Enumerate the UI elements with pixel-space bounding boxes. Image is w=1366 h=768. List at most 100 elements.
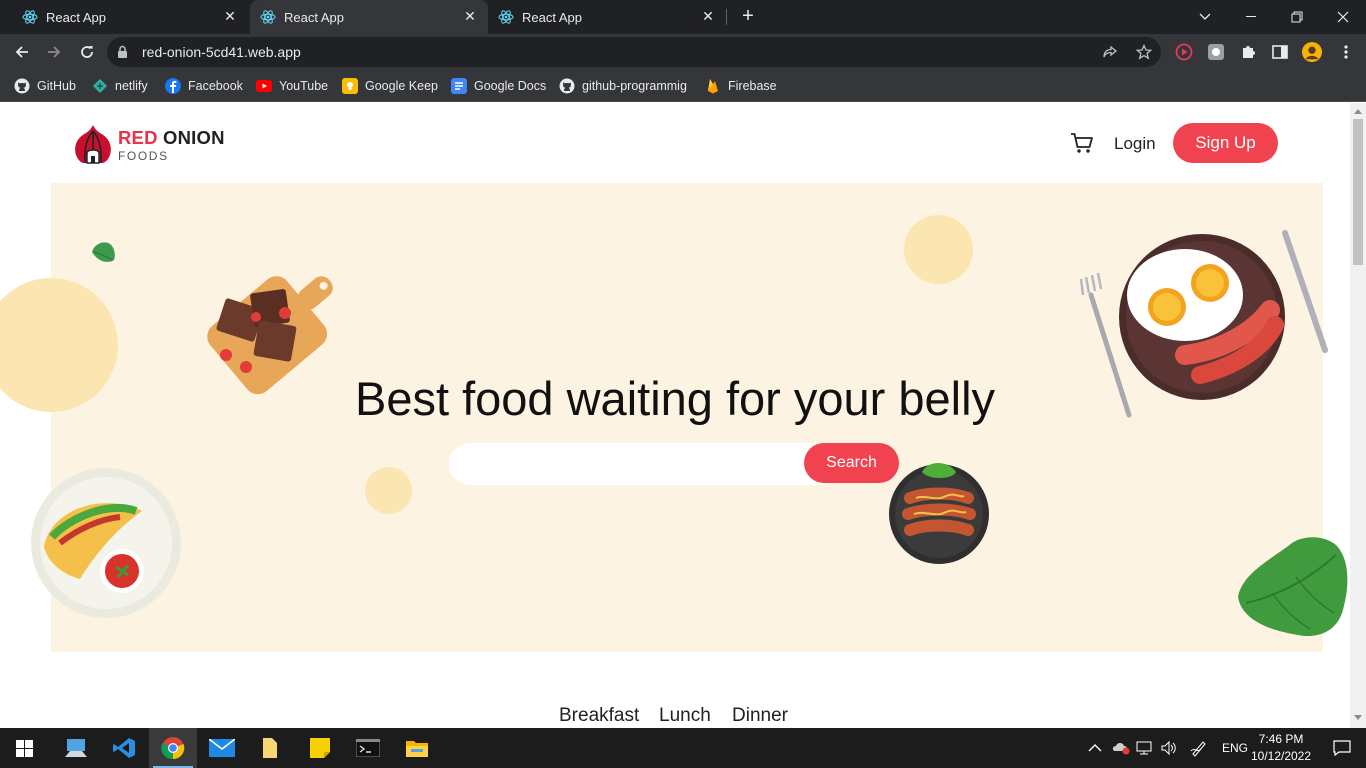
extension-record-icon[interactable] <box>1174 42 1194 62</box>
volume-icon[interactable] <box>1160 740 1178 756</box>
chevron-up-icon[interactable] <box>1088 743 1102 753</box>
sticky-notes-icon[interactable] <box>296 728 344 768</box>
arrow-left-icon <box>15 46 28 58</box>
scroll-down-arrow[interactable] <box>1354 715 1362 720</box>
extensions-puzzle-icon[interactable] <box>1238 42 1258 62</box>
bookmark-label: Firebase <box>728 79 777 93</box>
windows-start-icon[interactable] <box>0 728 48 768</box>
tab-separator <box>726 9 727 25</box>
bookmarks-bar: GitHub netlify Facebook YouTube Google K… <box>0 70 1366 102</box>
login-link[interactable]: Login <box>1114 134 1156 154</box>
tab-dinner[interactable]: Dinner <box>732 705 788 727</box>
bookmark-label: GitHub <box>37 79 76 93</box>
back-button[interactable] <box>11 41 33 63</box>
site-logo[interactable]: RED ONION FOODS <box>72 123 232 165</box>
system-tray: ENG <box>1088 728 1248 768</box>
minimize-icon <box>1246 16 1256 17</box>
tab-lunch[interactable]: Lunch <box>659 705 711 727</box>
clock-time: 7:46 PM <box>1258 732 1304 746</box>
bookmark-label: Facebook <box>188 79 243 93</box>
lock-icon <box>118 45 127 58</box>
react-icon <box>498 10 514 24</box>
arrow-right-icon <box>48 46 61 58</box>
browser-tab-1[interactable]: React App ✕ <box>12 0 248 34</box>
chrome-icon[interactable] <box>149 728 197 768</box>
bookmark-google-docs[interactable]: Google Docs <box>451 76 546 96</box>
bookmark-youtube[interactable]: YouTube <box>256 76 328 96</box>
close-tab-icon[interactable]: ✕ <box>462 8 478 24</box>
chevron-down-icon <box>1199 13 1211 20</box>
cart-icon[interactable] <box>1070 132 1094 154</box>
bookmark-label: Google Keep <box>365 79 438 93</box>
react-icon <box>22 10 38 24</box>
clock-date: 10/12/2022 <box>1250 749 1312 763</box>
extension-gray-icon[interactable] <box>1206 42 1226 62</box>
folder-icon[interactable] <box>393 728 441 768</box>
system-clock[interactable]: 7:46 PM 10/12/2022 <box>1240 731 1322 765</box>
onedrive-error-icon[interactable] <box>1112 741 1130 755</box>
tab-title: React App <box>522 9 582 25</box>
tab-title: React App <box>284 9 344 25</box>
logo-subtitle: FOODS <box>118 149 169 163</box>
search-input[interactable] <box>449 443 839 485</box>
logo-word-onion: ONION <box>163 127 225 148</box>
tab-search-button[interactable] <box>1182 0 1228 34</box>
terminal-icon[interactable] <box>344 728 392 768</box>
address-bar[interactable]: red-onion-5cd41.web.app <box>107 37 1161 67</box>
restore-button[interactable] <box>1274 0 1320 34</box>
google-keep-icon <box>342 78 358 94</box>
new-tab-button[interactable]: + <box>738 6 758 26</box>
side-panel-icon[interactable] <box>1270 42 1290 62</box>
food-category-tabs: Breakfast Lunch Dinner <box>0 703 1350 728</box>
web-page: RED ONION FOODS Login Sign Up Best food … <box>0 103 1350 728</box>
browser-tab-2[interactable]: React App ✕ <box>250 0 488 34</box>
bookmark-label: YouTube <box>279 79 329 93</box>
bookmark-facebook[interactable]: Facebook <box>165 76 243 96</box>
profile-avatar[interactable] <box>1302 42 1322 62</box>
mail-icon[interactable] <box>198 728 246 768</box>
bookmark-netlify[interactable]: netlify <box>92 76 148 96</box>
logo-title: RED ONION <box>118 127 225 149</box>
browser-tab-strip: React App ✕ React App ✕ React App ✕ + <box>0 0 1366 34</box>
url-text: red-onion-5cd41.web.app <box>142 44 301 60</box>
leaf-icon <box>92 242 115 262</box>
browser-toolbar: red-onion-5cd41.web.app <box>0 34 1366 70</box>
page-scrollbar[interactable] <box>1350 103 1366 728</box>
signup-button[interactable]: Sign Up <box>1173 123 1278 163</box>
file-explorer-pc-icon[interactable] <box>52 728 100 768</box>
lettuce-leaf-illustration <box>1238 537 1348 637</box>
close-icon <box>1337 11 1349 23</box>
bookmark-github[interactable]: GitHub <box>14 76 76 96</box>
logo-word-red: RED <box>118 127 158 148</box>
forward-button[interactable] <box>43 41 65 63</box>
bookmark-label: Google Docs <box>474 79 547 93</box>
vscode-icon[interactable] <box>100 728 148 768</box>
browser-menu-icon[interactable] <box>1336 42 1356 62</box>
browser-tab-3[interactable]: React App ✕ <box>490 0 726 34</box>
firebase-icon <box>705 78 721 94</box>
bookmark-github-programmig[interactable]: github-programmig <box>559 76 687 96</box>
bookmark-label: github-programmig <box>582 79 687 93</box>
file-icon[interactable] <box>246 728 294 768</box>
bookmark-firebase[interactable]: Firebase <box>705 76 777 96</box>
close-window-button[interactable] <box>1320 0 1366 34</box>
decor-circle <box>904 215 973 284</box>
minimize-button[interactable] <box>1228 0 1274 34</box>
google-docs-icon <box>451 78 467 94</box>
pen-icon[interactable] <box>1190 739 1208 757</box>
close-tab-icon[interactable]: ✕ <box>700 8 716 24</box>
search-button[interactable]: Search <box>804 443 899 483</box>
restore-icon <box>1291 11 1303 23</box>
bookmark-google-keep[interactable]: Google Keep <box>342 76 438 96</box>
close-tab-icon[interactable]: ✕ <box>222 8 238 24</box>
star-icon[interactable] <box>1136 44 1152 60</box>
scrollbar-thumb[interactable] <box>1353 119 1363 265</box>
scroll-up-arrow[interactable] <box>1354 109 1362 114</box>
notifications-icon[interactable] <box>1318 728 1366 768</box>
github-icon <box>14 78 30 94</box>
reload-icon <box>81 46 93 58</box>
network-icon[interactable] <box>1136 740 1154 756</box>
share-icon[interactable] <box>1102 44 1118 60</box>
reload-button[interactable] <box>76 41 98 63</box>
tab-breakfast[interactable]: Breakfast <box>559 705 639 727</box>
